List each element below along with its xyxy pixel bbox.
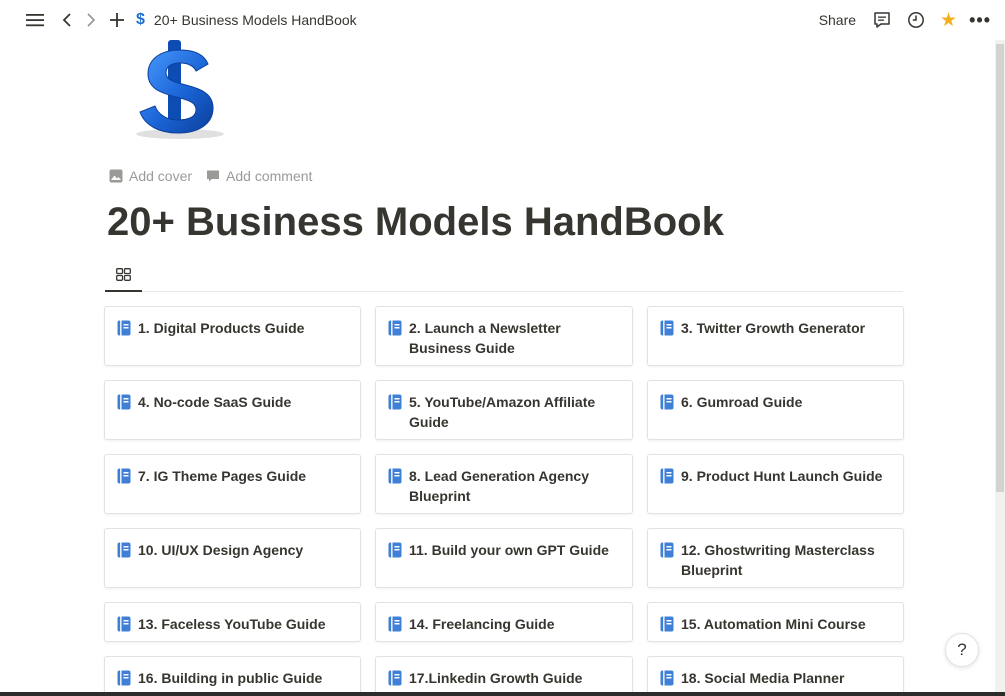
gallery-card[interactable]: 7. IG Theme Pages Guide bbox=[104, 454, 361, 514]
scrollbar-thumb[interactable] bbox=[996, 44, 1004, 492]
card-title: 12. Ghostwriting Masterclass Blueprint bbox=[681, 542, 875, 578]
book-icon bbox=[660, 670, 674, 686]
image-icon bbox=[109, 169, 123, 183]
top-bar: $ 20+ Business Models HandBook Share ★ •… bbox=[0, 0, 1005, 40]
add-cover-label: Add cover bbox=[129, 168, 193, 184]
dollar-sign-icon[interactable] bbox=[130, 38, 230, 148]
more-options-icon[interactable]: ••• bbox=[969, 10, 991, 31]
card-title: 10. UI/UX Design Agency bbox=[138, 542, 304, 558]
gallery-card[interactable]: 1. Digital Products Guide bbox=[104, 306, 361, 366]
gallery-card[interactable]: 17.Linkedin Growth Guide bbox=[375, 656, 633, 696]
gallery-card[interactable]: 13. Faceless YouTube Guide bbox=[104, 602, 361, 642]
book-icon bbox=[660, 616, 674, 632]
scrollbar[interactable] bbox=[995, 40, 1005, 696]
book-icon bbox=[117, 616, 131, 632]
card-title: 3. Twitter Growth Generator bbox=[681, 320, 866, 336]
card-title: 13. Faceless YouTube Guide bbox=[138, 616, 326, 632]
book-icon bbox=[388, 468, 402, 484]
book-icon bbox=[388, 542, 402, 558]
gallery-card[interactable]: 16. Building in public Guide bbox=[104, 656, 361, 696]
card-title: 6. Gumroad Guide bbox=[681, 394, 803, 410]
gallery-grid-icon bbox=[116, 267, 131, 281]
add-comment-label: Add comment bbox=[226, 168, 313, 184]
add-comment-button[interactable]: Add comment bbox=[206, 168, 312, 184]
gallery-card[interactable]: 3. Twitter Growth Generator bbox=[647, 306, 904, 366]
gallery-card[interactable]: 18. Social Media Planner bbox=[647, 656, 904, 696]
help-button[interactable]: ? bbox=[945, 633, 979, 667]
view-tabs bbox=[105, 258, 903, 292]
menu-icon[interactable] bbox=[24, 9, 46, 31]
add-cover-button[interactable]: Add cover bbox=[109, 168, 192, 184]
card-title: 15. Automation Mini Course bbox=[681, 616, 866, 632]
book-icon bbox=[117, 394, 131, 410]
page-title[interactable]: 20+ Business Models HandBook bbox=[107, 196, 724, 248]
book-icon bbox=[660, 394, 674, 410]
history-clock-icon[interactable] bbox=[906, 10, 926, 30]
book-icon bbox=[660, 542, 674, 558]
gallery-card[interactable]: 15. Automation Mini Course bbox=[647, 602, 904, 642]
card-title: 18. Social Media Planner bbox=[681, 670, 845, 686]
new-page-icon[interactable] bbox=[108, 9, 126, 31]
book-icon bbox=[117, 670, 131, 686]
back-icon[interactable] bbox=[58, 9, 76, 31]
book-icon bbox=[660, 468, 674, 484]
card-title: 7. IG Theme Pages Guide bbox=[138, 468, 307, 484]
gallery-card[interactable]: 5. YouTube/Amazon Affiliate Guide bbox=[375, 380, 633, 440]
card-title: 16. Building in public Guide bbox=[138, 670, 323, 686]
gallery-card[interactable]: 12. Ghostwriting Masterclass Blueprint bbox=[647, 528, 904, 588]
gallery-view-tab[interactable] bbox=[105, 258, 142, 292]
card-title: 1. Digital Products Guide bbox=[138, 320, 305, 336]
comment-icon bbox=[207, 170, 220, 182]
gallery-card[interactable]: 9. Product Hunt Launch Guide bbox=[647, 454, 904, 514]
book-icon bbox=[388, 670, 402, 686]
card-title: 2. Launch a Newsletter Business Guide bbox=[409, 320, 561, 356]
book-icon bbox=[117, 542, 131, 558]
card-title: 5. YouTube/Amazon Affiliate Guide bbox=[409, 394, 596, 430]
gallery-card[interactable]: 14. Freelancing Guide bbox=[375, 602, 633, 642]
card-title: 14. Freelancing Guide bbox=[409, 616, 555, 632]
book-icon bbox=[388, 320, 402, 336]
book-icon bbox=[117, 468, 131, 484]
card-title: 8. Lead Generation Agency Blueprint bbox=[409, 468, 589, 504]
book-icon bbox=[388, 616, 402, 632]
gallery-card[interactable]: 11. Build your own GPT Guide bbox=[375, 528, 633, 588]
card-title: 9. Product Hunt Launch Guide bbox=[681, 468, 883, 484]
forward-icon[interactable] bbox=[82, 9, 100, 31]
gallery-card[interactable]: 6. Gumroad Guide bbox=[647, 380, 904, 440]
card-title: 11. Build your own GPT Guide bbox=[409, 542, 609, 558]
book-icon bbox=[660, 320, 674, 336]
gallery-card[interactable]: 10. UI/UX Design Agency bbox=[104, 528, 361, 588]
gallery-card[interactable]: 8. Lead Generation Agency Blueprint bbox=[375, 454, 633, 514]
book-icon bbox=[388, 394, 402, 410]
breadcrumb-page-icon[interactable]: $ bbox=[136, 11, 145, 29]
favorite-star-icon[interactable]: ★ bbox=[940, 9, 957, 32]
comments-icon[interactable] bbox=[872, 10, 892, 30]
breadcrumb-title[interactable]: 20+ Business Models HandBook bbox=[154, 12, 357, 28]
card-title: 4. No-code SaaS Guide bbox=[138, 394, 292, 410]
gallery: 1. Digital Products Guide 2. Launch a Ne… bbox=[104, 306, 904, 696]
taskbar-edge bbox=[0, 692, 1005, 696]
share-button[interactable]: Share bbox=[819, 12, 856, 28]
gallery-card[interactable]: 2. Launch a Newsletter Business Guide bbox=[375, 306, 633, 366]
card-title: 17.Linkedin Growth Guide bbox=[409, 670, 583, 686]
book-icon bbox=[117, 320, 131, 336]
gallery-card[interactable]: 4. No-code SaaS Guide bbox=[104, 380, 361, 440]
